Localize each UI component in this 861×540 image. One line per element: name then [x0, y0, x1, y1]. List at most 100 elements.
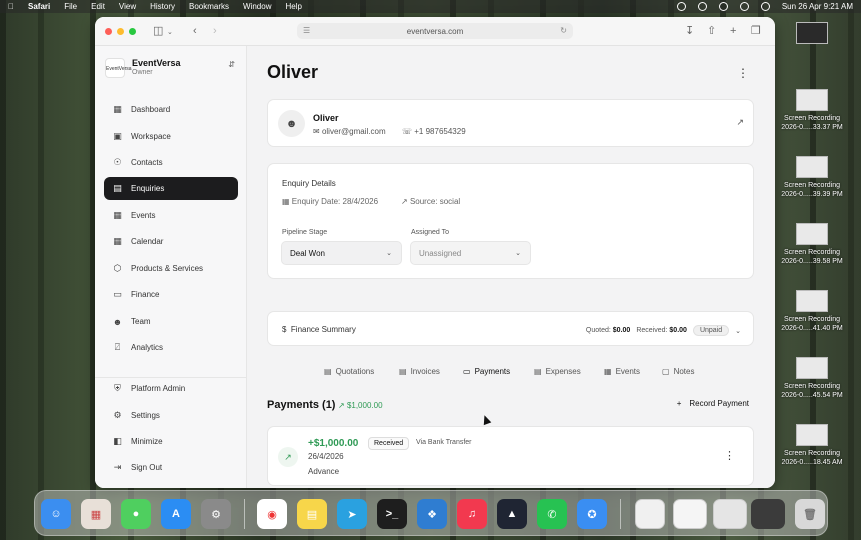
search-icon[interactable] — [739, 2, 749, 11]
avatar: ☻ — [278, 110, 305, 137]
back-icon[interactable]: ‹ — [193, 25, 197, 37]
tab-overview-icon[interactable]: ❐ — [751, 25, 761, 37]
finder-icon[interactable]: ☺ — [41, 499, 71, 529]
apple-icon[interactable]:  — [8, 2, 14, 11]
tab-notes[interactable]: ▢ Notes — [662, 367, 694, 376]
contact-email[interactable]: ✉ oliver@gmail.com — [313, 127, 386, 136]
launchpad-icon[interactable]: ▦ — [81, 499, 111, 529]
forward-icon[interactable]: › — [213, 25, 217, 37]
safari-icon[interactable]: ✪ — [577, 499, 607, 529]
desktop-file[interactable]: Screen Recording 2026-0.....18.45 AM — [767, 424, 857, 491]
file-thumbnail — [796, 156, 828, 178]
sidebar-item-products-services[interactable]: ⬡ Products & Services — [104, 257, 238, 280]
wifi-icon[interactable] — [718, 2, 728, 11]
menu-edit[interactable]: Edit — [91, 2, 105, 11]
sidebar-item-minimize[interactable]: ◧ Minimize — [104, 430, 238, 453]
contact-phone[interactable]: ☏ +1 987654329 — [402, 127, 466, 136]
desktop-file[interactable]: Screen Recording 2026-0.....41.40 PM — [767, 290, 857, 357]
menubar-clock[interactable]: Sun 26 Apr 9:21 AM — [782, 2, 853, 11]
whatsapp-icon[interactable]: ✆ — [537, 499, 567, 529]
menu-help[interactable]: Help — [285, 2, 301, 11]
sidebar-item-platform-admin[interactable]: ⛨ Platform Admin — [104, 377, 238, 400]
menu-bookmarks[interactable]: Bookmarks — [189, 2, 229, 11]
browser-toolbar: ◫ ⌄ ‹ › ☰ eventversa.com ↻ ↧ ⇧ + ❐ — [95, 17, 775, 46]
dock: ☺ ▦ ● A ⚙ ◉ ▤ ➤ >_ ❖ ♫ ▲ ✆ ✪ 🗑 — [34, 490, 828, 536]
chevron-down-icon[interactable]: ⌄ — [735, 327, 741, 335]
page-title: Oliver — [267, 62, 319, 82]
document-thumbnail-icon[interactable] — [635, 499, 665, 529]
payment-type: Advance — [308, 467, 340, 476]
tab-expenses[interactable]: ▤ Expenses — [534, 367, 581, 376]
zoom-window-button[interactable] — [129, 28, 136, 35]
minimize-window-button[interactable] — [117, 28, 124, 35]
system-settings-icon[interactable]: ⚙ — [201, 499, 231, 529]
sidebar-item-label: Enquiries — [131, 184, 165, 193]
sidebar-item-workspace[interactable]: ▣ Workspace — [104, 125, 238, 148]
share-icon[interactable]: ⇧ — [707, 25, 716, 37]
tab-invoices[interactable]: ▤ Invoices — [399, 367, 440, 376]
sidebar-item-calendar[interactable]: ▦ Calendar — [104, 230, 238, 253]
arc-icon[interactable]: ▲ — [497, 499, 527, 529]
tab-quotations[interactable]: ▤ Quotations — [324, 367, 374, 376]
reload-icon[interactable]: ↻ — [560, 26, 567, 35]
window-thumbnail-icon[interactable] — [713, 499, 747, 529]
desktop-file[interactable] — [767, 22, 857, 89]
chrome-icon[interactable]: ◉ — [257, 499, 287, 529]
messages-icon[interactable]: ● — [121, 499, 151, 529]
sidebar-item-contacts[interactable]: ☉ Contacts — [104, 151, 238, 174]
sidebar-item-team[interactable]: ☻ Team — [104, 310, 238, 333]
sidebar-item-finance[interactable]: ▭ Finance — [104, 283, 238, 306]
control-center-icon[interactable] — [760, 2, 770, 11]
record-payment-button[interactable]: + Record Payment — [677, 399, 749, 408]
sidebar-item-label: Dashboard — [131, 105, 171, 114]
sidebar-item-dashboard[interactable]: ▦ Dashboard — [104, 98, 238, 121]
tab-events[interactable]: ▦ Events — [604, 367, 640, 376]
menu-safari[interactable]: Safari — [28, 2, 50, 11]
page-menu-icon[interactable]: ☰ — [303, 26, 310, 35]
external-link-icon[interactable]: ↗ — [736, 117, 744, 128]
payment-date: 26/4/2026 — [308, 452, 344, 461]
address-bar[interactable]: ☰ eventversa.com ↻ — [297, 23, 573, 39]
more-options-icon[interactable]: ⋮ — [724, 449, 735, 462]
telegram-icon[interactable]: ➤ — [337, 499, 367, 529]
desktop-file[interactable]: Screen Recording 2026-0.....39.39 PM — [767, 156, 857, 223]
sidebar-item-settings[interactable]: ⚙ Settings — [104, 404, 238, 427]
menu-window[interactable]: Window — [243, 2, 271, 11]
sidebar-item-label: Finance — [131, 290, 160, 299]
preview-thumbnail-icon[interactable] — [673, 499, 707, 529]
close-window-button[interactable] — [105, 28, 112, 35]
menu-view[interactable]: View — [119, 2, 136, 11]
tab-payments[interactable]: ▭ Payments — [463, 367, 510, 376]
sidebar-item-label: Calendar — [131, 237, 164, 246]
assigned-to-select[interactable]: Unassigned ⌄ — [410, 241, 531, 265]
menu-history[interactable]: History — [150, 2, 175, 11]
desktop-file[interactable]: Screen Recording 2026-0.....45.54 PM — [767, 357, 857, 424]
new-tab-icon[interactable]: + — [730, 25, 736, 37]
chevron-down-icon[interactable]: ⌄ — [167, 27, 173, 39]
finance-summary-card[interactable]: $ Finance Summary Quoted: $0.00 Received… — [267, 311, 754, 346]
desktop-file[interactable]: Screen Recording 2026-0.....33.37 PM — [767, 89, 857, 156]
app-store-icon[interactable]: A — [161, 499, 191, 529]
file-thumbnail — [796, 290, 828, 312]
sidebar-toggle-icon[interactable]: ◫ — [153, 25, 163, 37]
menu-file[interactable]: File — [64, 2, 77, 11]
more-options-icon[interactable]: ⋮ — [737, 67, 749, 79]
sidebar-item-analytics[interactable]: ⍁ Analytics — [104, 336, 238, 359]
notes-icon[interactable]: ▤ — [297, 499, 327, 529]
record-icon[interactable] — [676, 2, 686, 11]
org-switcher[interactable]: EventVersa EventVersa Owner ⇵ — [105, 56, 237, 84]
file-thumbnail — [796, 89, 828, 111]
desktop-file[interactable]: Screen Recording 2026-0.....39.58 PM — [767, 223, 857, 290]
vscode-icon[interactable]: ❖ — [417, 499, 447, 529]
status-icon[interactable] — [697, 2, 707, 11]
sidebar-item-enquiries[interactable]: ▤ Enquiries — [104, 177, 238, 200]
vscode-window-thumbnail-icon[interactable] — [751, 499, 785, 529]
trend-up-icon: ↗ — [278, 447, 298, 467]
music-icon[interactable]: ♫ — [457, 499, 487, 529]
sidebar-item-sign-out[interactable]: ⇥ Sign Out — [104, 456, 238, 479]
sidebar-item-events[interactable]: ▦ Events — [104, 204, 238, 227]
pipeline-stage-select[interactable]: Deal Won ⌄ — [281, 241, 402, 265]
trash-icon[interactable]: 🗑 — [795, 499, 825, 529]
download-icon[interactable]: ↧ — [685, 25, 694, 37]
terminal-icon[interactable]: >_ — [377, 499, 407, 529]
